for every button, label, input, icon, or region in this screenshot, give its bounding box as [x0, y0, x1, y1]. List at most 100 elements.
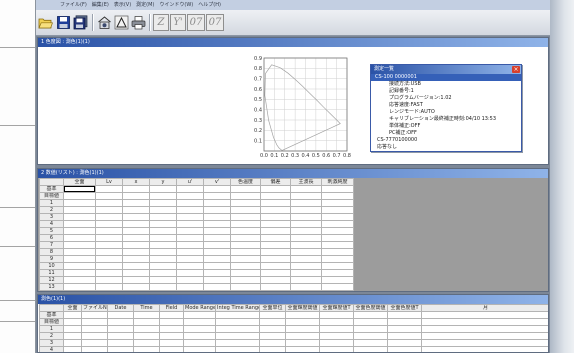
- table-cell[interactable]: [133, 346, 160, 352]
- table-cell[interactable]: [290, 192, 322, 200]
- table-cell[interactable]: [122, 220, 150, 228]
- table-cell[interactable]: [203, 206, 231, 214]
- table-cell[interactable]: [183, 318, 216, 326]
- row-header[interactable]: 1: [39, 325, 64, 333]
- table-cell[interactable]: [122, 269, 150, 277]
- table-cell[interactable]: [259, 325, 286, 333]
- table-cell[interactable]: [203, 283, 231, 291]
- table-cell[interactable]: [321, 185, 354, 193]
- table-cell[interactable]: [122, 248, 150, 256]
- column-header[interactable]: Integ Time Range: [215, 304, 260, 312]
- table-cell[interactable]: [149, 241, 177, 249]
- table-cell[interactable]: [176, 269, 204, 277]
- column-header[interactable]: 全面輝度値T: [319, 304, 354, 312]
- row-header[interactable]: 3: [39, 213, 64, 221]
- table-cell[interactable]: [260, 199, 291, 207]
- table-cell[interactable]: [149, 234, 177, 242]
- table-cell[interactable]: [176, 276, 204, 284]
- table-cell[interactable]: [176, 241, 204, 249]
- table-cell[interactable]: [285, 339, 320, 347]
- column-header[interactable]: 色温度: [230, 178, 261, 186]
- table-cell[interactable]: [215, 346, 260, 352]
- table-cell[interactable]: [387, 332, 422, 340]
- table-cell[interactable]: [122, 192, 150, 200]
- table-cell[interactable]: [95, 227, 123, 235]
- table-cell[interactable]: [63, 206, 96, 214]
- table-cell[interactable]: [290, 255, 322, 263]
- table-cell[interactable]: [203, 241, 231, 249]
- row-header[interactable]: 基準: [39, 185, 64, 193]
- table-cell[interactable]: [149, 269, 177, 277]
- table-cell[interactable]: [421, 318, 548, 326]
- table-cell[interactable]: [95, 192, 123, 200]
- table-cell[interactable]: [215, 325, 260, 333]
- value-list-window[interactable]: 2 数値(リスト) : 測色(1)(1) 全面 Lv x y u' v' 色温度 偏差 主波長刺…: [37, 168, 549, 292]
- table-cell[interactable]: [122, 255, 150, 263]
- table-cell[interactable]: [260, 213, 291, 221]
- column-header[interactable]: Field: [159, 304, 184, 312]
- row-header[interactable]: 目標値: [39, 192, 64, 200]
- table-cell[interactable]: [133, 339, 160, 347]
- row-header[interactable]: 13: [39, 283, 64, 291]
- table-cell[interactable]: [290, 283, 322, 291]
- table-cell[interactable]: [95, 199, 123, 207]
- table-cell[interactable]: [353, 325, 388, 333]
- column-header[interactable]: 全面色度閾値: [353, 304, 388, 312]
- table-cell[interactable]: [81, 332, 108, 340]
- table-cell[interactable]: [215, 311, 260, 319]
- table-cell[interactable]: [321, 234, 354, 242]
- table-cell[interactable]: [260, 234, 291, 242]
- row-header[interactable]: 5: [39, 227, 64, 235]
- table-cell[interactable]: [421, 311, 548, 319]
- measure-list-item[interactable]: PC補正:OFF: [371, 130, 521, 137]
- table-cell[interactable]: [421, 339, 548, 347]
- table-cell[interactable]: [159, 346, 184, 352]
- table-cell[interactable]: [63, 318, 82, 326]
- table-cell[interactable]: [95, 220, 123, 228]
- table-cell[interactable]: [321, 192, 354, 200]
- save-all-icon[interactable]: [73, 15, 88, 30]
- table-cell[interactable]: [203, 220, 231, 228]
- table-cell[interactable]: [107, 332, 134, 340]
- table-cell[interactable]: [319, 332, 354, 340]
- table-cell[interactable]: [149, 220, 177, 228]
- table-cell[interactable]: [260, 269, 291, 277]
- table-cell[interactable]: [159, 339, 184, 347]
- table-cell[interactable]: [321, 276, 354, 284]
- column-header[interactable]: Lv: [95, 178, 123, 186]
- column-header[interactable]: v': [203, 178, 231, 186]
- table-cell[interactable]: [95, 269, 123, 277]
- display-07-button[interactable]: 07: [187, 14, 205, 31]
- table-cell[interactable]: [122, 206, 150, 214]
- table-cell[interactable]: [95, 234, 123, 242]
- table-cell[interactable]: [95, 262, 123, 270]
- table-cell[interactable]: [176, 255, 204, 263]
- table-cell[interactable]: [63, 262, 96, 270]
- table-cell[interactable]: [230, 241, 261, 249]
- measure-list-item[interactable]: 応答なし: [371, 144, 521, 151]
- table-cell[interactable]: [259, 346, 286, 352]
- measure-list-titlebar[interactable]: 測定一覧 ×: [371, 65, 521, 74]
- table-cell[interactable]: [290, 234, 322, 242]
- row-header[interactable]: 目標値: [39, 318, 64, 326]
- table-cell[interactable]: [230, 248, 261, 256]
- table-cell[interactable]: [149, 199, 177, 207]
- row-header[interactable]: 基準: [39, 311, 64, 319]
- table-cell[interactable]: [81, 325, 108, 333]
- table-cell[interactable]: [319, 325, 354, 333]
- table-cell[interactable]: [149, 192, 177, 200]
- table-cell[interactable]: [259, 332, 286, 340]
- table-cell[interactable]: [176, 227, 204, 235]
- table-cell[interactable]: [260, 283, 291, 291]
- table-cell[interactable]: [149, 262, 177, 270]
- table-cell[interactable]: [259, 311, 286, 319]
- table-cell[interactable]: [63, 199, 96, 207]
- table-cell[interactable]: [421, 346, 548, 352]
- row-header[interactable]: 8: [39, 248, 64, 256]
- table-cell[interactable]: [63, 185, 96, 193]
- table-cell[interactable]: [122, 262, 150, 270]
- table-cell[interactable]: [159, 325, 184, 333]
- table-cell[interactable]: [63, 311, 82, 319]
- menu-item-file[interactable]: ファイル(F): [60, 0, 87, 10]
- column-header[interactable]: 全面単位: [259, 304, 286, 312]
